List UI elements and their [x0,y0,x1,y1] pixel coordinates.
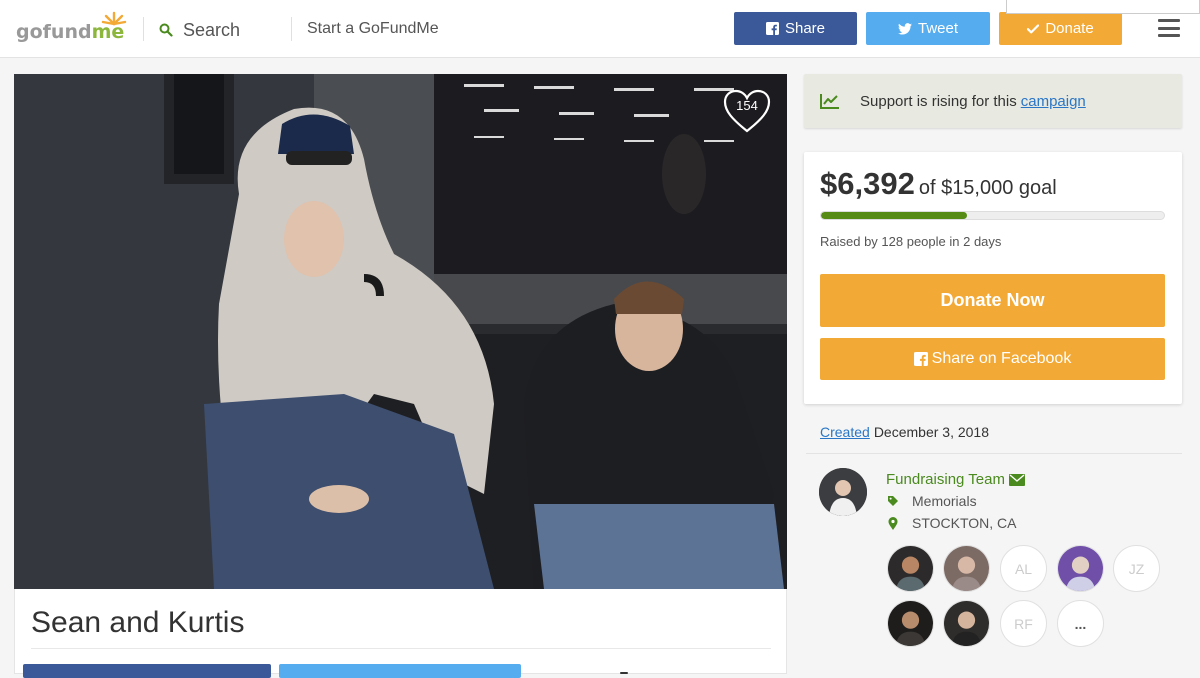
share-on-facebook-label: Share on Facebook [931,350,1072,367]
donor-avatar[interactable]: AL [1000,545,1047,592]
donor-avatar[interactable] [943,545,990,592]
gofundme-logo[interactable]: gofundme [16,10,128,46]
organizer-avatar[interactable] [819,468,867,516]
tweet-label: Tweet [917,20,959,37]
goal-progress-fill [821,212,968,219]
campaign-location: STOCKTON, CA [886,515,1017,531]
header-share-button[interactable]: Share [734,12,857,45]
donor-avatar[interactable] [887,600,934,647]
raised-by-text: Raised by 128 people in 2 days [820,234,1002,249]
search-link[interactable]: Search [159,18,240,42]
share-label: Share [784,20,826,37]
tag-icon [888,496,898,506]
search-icon [159,23,173,37]
donor-avatar[interactable] [887,545,934,592]
more-donors-label: ... [1074,615,1087,632]
facebook-icon [765,22,779,35]
header-donate-button[interactable]: Donate [999,12,1122,45]
category-label: Memorials [912,493,977,509]
start-gofundme-link[interactable]: Start a GoFundMe [307,20,439,38]
created-link[interactable]: Created [820,424,870,440]
sunburst-icon [101,11,127,26]
donation-card: $6,392 of $15,000 goal Raised by 128 peop… [804,152,1182,404]
twitter-icon [897,22,912,35]
dropdown-panel-edge [1006,0,1200,14]
hamburger-menu-icon[interactable] [1158,19,1180,37]
donor-avatar[interactable]: JZ [1113,545,1160,592]
search-label: Search [183,19,241,40]
created-line: Created December 3, 2018 [820,424,989,440]
header-divider [291,17,292,41]
donor-avatar[interactable]: RF [1000,600,1047,647]
heart-count: 154 [736,98,758,113]
checkmark-icon [1027,23,1040,33]
envelope-icon[interactable] [1008,473,1025,486]
title-divider [31,648,771,649]
bottom-facebook-share-button[interactable] [23,664,271,678]
header-tweet-button[interactable]: Tweet [866,12,990,45]
location-label: STOCKTON, CA [912,515,1017,531]
heart-count-button[interactable]: 154 [722,88,772,134]
logo-text-gofund: gofund [16,21,92,43]
donate-label: Donate [1045,20,1094,37]
campaign-title: Sean and Kurtis [31,606,245,639]
donor-initials: AL [1014,560,1033,577]
campaign-category[interactable]: Memorials [886,493,977,509]
share-on-facebook-button[interactable]: Share on Facebook [820,338,1165,380]
facebook-icon [913,352,928,366]
trending-up-icon [820,94,839,109]
donate-now-button[interactable]: Donate Now [820,274,1165,327]
campaign-link[interactable]: campaign [1021,93,1086,110]
created-date: December 3, 2018 [873,424,989,440]
campaign-photo-illustration [14,74,787,589]
goal-progress-bar [820,211,1165,220]
more-donors-button[interactable]: ... [1057,600,1104,647]
donor-avatar[interactable] [1057,545,1104,592]
campaign-photo [14,74,787,589]
amount-raised-line: $6,392 of $15,000 goal [820,166,1057,202]
fundraising-team-link[interactable]: Fundraising Team [886,471,1025,488]
donor-avatar[interactable] [943,600,990,647]
goal-text: of $15,000 goal [918,177,1057,199]
location-pin-icon [888,516,898,530]
support-rising-banner: Support is rising for this campaign [804,74,1182,128]
fundraising-team-label: Fundraising Team [886,471,1005,488]
campaign-title-card: Sean and Kurtis [14,589,787,674]
donor-initials: RF [1014,615,1033,632]
rising-text: Support is rising for this [860,92,1017,110]
sidebar-divider [806,453,1182,454]
amount-raised: $6,392 [820,166,915,201]
donor-initials: JZ [1128,560,1145,577]
header-divider [143,17,144,41]
bottom-twitter-share-button[interactable] [279,664,521,678]
